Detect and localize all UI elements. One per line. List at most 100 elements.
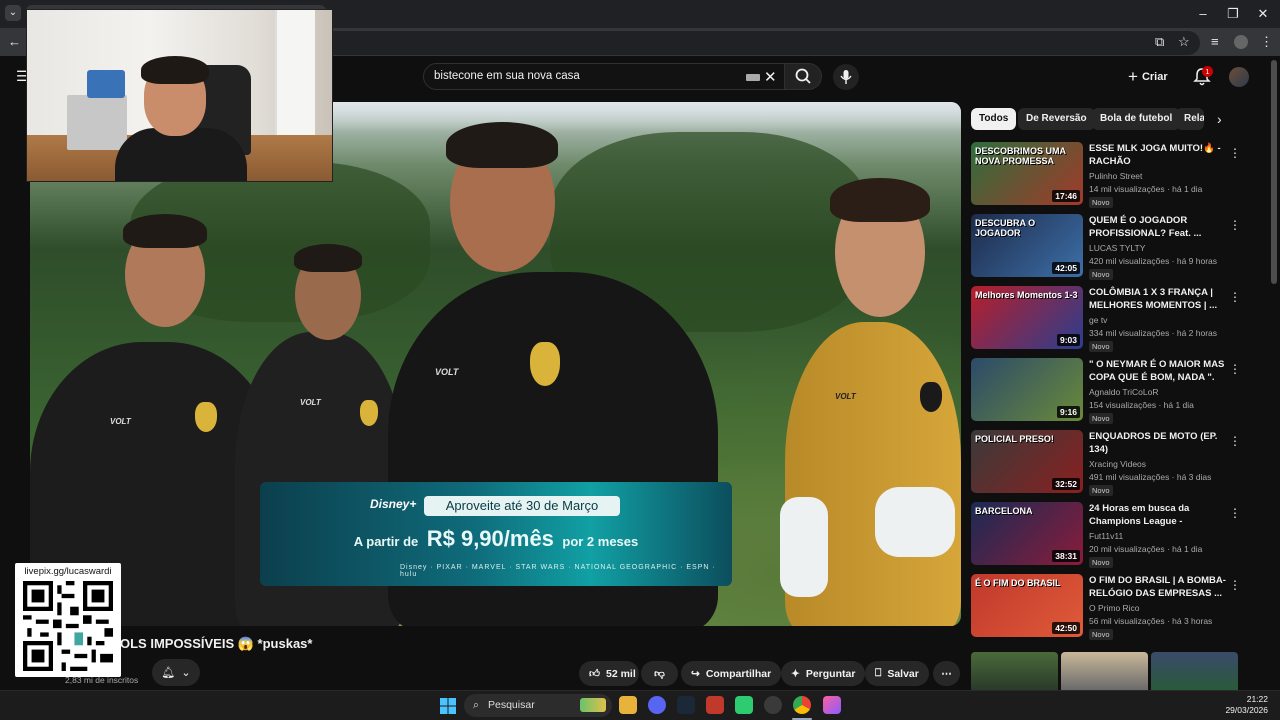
more-horizontal-icon: ⋯ (941, 667, 952, 680)
recommendation-channel[interactable]: Pulinho Street (1089, 171, 1142, 181)
dislike-button[interactable]: 👎︎ (641, 661, 678, 686)
video-duration: 9:03 (1056, 334, 1080, 346)
tab-search-button[interactable]: ⌄ (5, 5, 21, 21)
app-icon[interactable] (823, 696, 841, 714)
recommendation-meta: 14 mil visualizações · há 1 dia (1089, 184, 1203, 194)
search-query-text: bistecone em sua nova casa (434, 70, 580, 82)
clear-search-icon[interactable]: ✕ (764, 68, 777, 86)
more-options-icon[interactable]: ⋮ (1229, 362, 1241, 376)
new-badge: Novo (1089, 197, 1113, 208)
more-options-icon[interactable]: ⋮ (1229, 434, 1241, 448)
steam-icon[interactable] (677, 696, 695, 714)
shorts-thumbnail[interactable] (1151, 652, 1238, 690)
recommendation-item[interactable]: DESCUBRA O JOGADOR 42:05 QUEM É O JOGADOR … (971, 214, 1251, 280)
subscriber-count: 2,83 mi de inscritos (65, 675, 139, 685)
discord-icon[interactable] (648, 696, 666, 714)
more-options-icon[interactable]: ⋮ (1229, 218, 1241, 232)
search-input[interactable]: bistecone em sua nova casa ✕ (423, 63, 785, 90)
video-thumbnail[interactable]: É O FIM DO BRASIL 42:50 (971, 574, 1083, 637)
video-thumbnail[interactable]: 9:16 (971, 358, 1083, 421)
more-options-icon[interactable]: ⋮ (1229, 578, 1241, 592)
recommendation-item[interactable]: DESCOBRIMOS UMA NOVA PROMESSA 17:46 ESSE M… (971, 142, 1251, 208)
profile-avatar[interactable] (1234, 35, 1248, 49)
recommendation-title[interactable]: O FIM DO BRASIL | A BOMBA-RELÓGIO DAS EM… (1089, 574, 1227, 600)
video-thumbnail[interactable]: DESCOBRIMOS UMA NOVA PROMESSA 17:46 (971, 142, 1083, 205)
video-title: OLS IMPOSSÍVEIS 😱 *puskas* (120, 636, 313, 651)
video-thumbnail[interactable]: POLICIAL PRESO! 32:52 (971, 430, 1083, 493)
create-button[interactable]: + Criar (1128, 66, 1168, 88)
team-crest-logo (920, 382, 942, 412)
minimize-icon[interactable]: – (1193, 6, 1213, 21)
voice-search-button[interactable] (833, 64, 859, 90)
keyboard-icon[interactable] (746, 74, 760, 81)
more-actions-button[interactable]: ⋯ (933, 661, 960, 686)
like-button[interactable]: 👍︎ 52 mil (579, 661, 639, 686)
more-options-icon[interactable]: ⋮ (1229, 146, 1241, 160)
recommendation-channel[interactable]: Xracing Videos (1089, 459, 1146, 469)
more-options-icon[interactable]: ⋮ (1229, 290, 1241, 304)
recommendation-title[interactable]: QUEM É O JOGADOR PROFISSIONAL? Feat. ... (1089, 214, 1227, 240)
share-button[interactable]: ↪ Compartilhar (681, 661, 782, 686)
ask-button[interactable]: ✦ Perguntar (781, 661, 866, 686)
chevron-right-icon[interactable]: › (1217, 111, 1222, 127)
taskbar-search-box[interactable]: ⌕ Pesquisar (464, 694, 612, 717)
video-thumbnail[interactable]: Melhores Momentos 1-3 9:03 (971, 286, 1083, 349)
recommendation-channel[interactable]: O Primo Rico (1089, 603, 1140, 613)
recommendation-item[interactable]: BARCELONA 38:31 24 Horas em busca da Champ… (971, 502, 1251, 568)
recommendation-title[interactable]: ESSE MLK JOGA MUITO!🔥 - RACHÃO (1089, 142, 1227, 168)
disney-plus-ad-banner[interactable]: Disney+ Aproveite até 30 de Março A part… (260, 482, 732, 586)
shorts-thumbnail[interactable] (971, 652, 1058, 690)
account-avatar[interactable] (1229, 67, 1249, 87)
player-hair (123, 214, 207, 248)
more-options-icon[interactable]: ⋮ (1229, 506, 1241, 520)
player-hair (446, 122, 558, 168)
recommendation-channel[interactable]: LUCAS TYLTY (1089, 243, 1145, 253)
recommendation-item[interactable]: Melhores Momentos 1-3 9:03 COLÔMBIA 1 X 3 … (971, 286, 1251, 352)
video-thumbnail[interactable]: DESCUBRA O JOGADOR 42:05 (971, 214, 1083, 277)
search-button[interactable] (784, 63, 822, 90)
goalkeeper-glove (875, 487, 955, 557)
chip-de-reversao[interactable]: De Reversão (1018, 108, 1095, 130)
recommendation-title[interactable]: COLÔMBIA 1 X 3 FRANÇA | MELHORES MOMENTO… (1089, 286, 1227, 312)
chip-bola-de-futebol[interactable]: Bola de futebol (1092, 108, 1181, 130)
recommendation-title[interactable]: 24 Horas em busca da Champions League - … (1089, 502, 1227, 529)
bell-icon: 🔔︎ (161, 667, 176, 679)
recommendation-channel[interactable]: Agnaldo TriCoLoR (1089, 387, 1158, 397)
chrome-menu-icon[interactable]: ⋮ (1260, 34, 1273, 50)
recommendation-item[interactable]: 9:16 " O NEYMAR É O MAIOR MAS COPA QUE É … (971, 358, 1251, 424)
page-scrollbar[interactable] (1271, 60, 1277, 284)
subscription-notification-button[interactable]: 🔔︎ ⌄ (152, 659, 200, 686)
goalkeeper-glove (780, 497, 828, 597)
bookmark-star-icon[interactable]: ☆ (1178, 34, 1190, 50)
recommendation-item[interactable]: POLICIAL PRESO! 32:52 ENQUADROS DE MOTO (E… (971, 430, 1251, 496)
streamer-body (115, 128, 247, 181)
shorts-thumbnail[interactable] (1061, 652, 1148, 690)
maximize-icon[interactable]: ❐ (1223, 6, 1243, 22)
reading-list-icon[interactable]: ≡ (1211, 34, 1219, 49)
address-bar[interactable] (320, 31, 1200, 55)
app-icon[interactable] (735, 696, 753, 714)
recommendation-title[interactable]: ENQUADROS DE MOTO (EP. 134) (1089, 430, 1227, 456)
recommendation-item[interactable]: É O FIM DO BRASIL 42:50 O FIM DO BRASIL | … (971, 574, 1251, 640)
file-explorer-icon[interactable] (619, 696, 637, 714)
video-duration: 42:05 (1052, 262, 1080, 274)
save-button[interactable]: ⎕ Salvar (865, 661, 929, 686)
recommendation-meta: 420 mil visualizações · há 9 horas (1089, 256, 1218, 266)
app-icon[interactable] (706, 696, 724, 714)
video-thumbnail[interactable]: BARCELONA 38:31 (971, 502, 1083, 565)
chip-related[interactable]: Rela (1176, 108, 1204, 130)
webcam-blue-bag (87, 70, 125, 98)
cast-icon[interactable]: ⧉ (1155, 34, 1164, 50)
app-icon[interactable] (764, 696, 782, 714)
qr-url-label: livepix.gg/lucaswardi (24, 566, 112, 577)
recommendation-channel[interactable]: Fut11v11 (1089, 531, 1123, 541)
close-window-icon[interactable]: ✕ (1253, 6, 1273, 22)
back-icon[interactable]: ← (8, 34, 21, 49)
chrome-icon[interactable] (793, 696, 811, 714)
taskbar-clock[interactable]: 21:22 29/03/2026 (1220, 694, 1268, 716)
chip-all[interactable]: Todos (971, 108, 1017, 130)
windows-start-icon[interactable] (440, 698, 456, 714)
recommendation-title[interactable]: " O NEYMAR É O MAIOR MAS COPA QUE É BOM,… (1089, 358, 1227, 385)
ad-price: R$ 9,90/mês (426, 526, 554, 551)
recommendation-channel[interactable]: ge tv (1089, 315, 1107, 325)
